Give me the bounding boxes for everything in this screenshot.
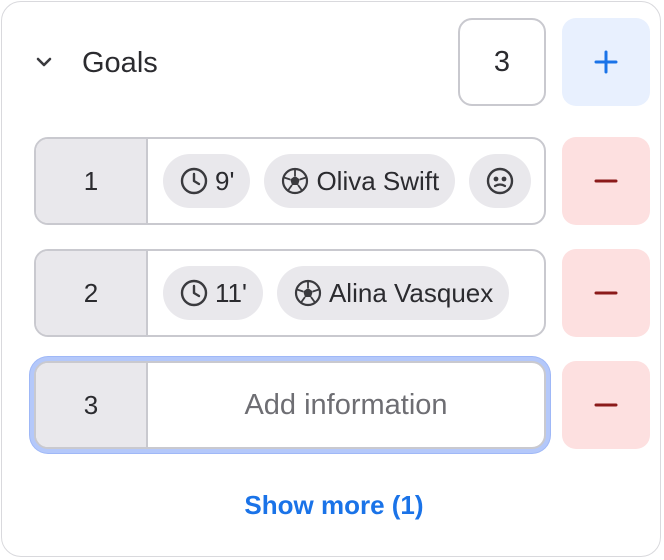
plus-icon	[594, 50, 618, 74]
soccer-ball-icon	[282, 167, 309, 195]
goal-row[interactable]: 1 9' Oliva Swift	[34, 137, 546, 225]
clock-icon	[180, 167, 208, 195]
show-more-link[interactable]: Show more (1)	[2, 490, 664, 521]
scorer-chip[interactable]: Oliva Swift	[264, 154, 456, 208]
goal-time: 11'	[215, 277, 247, 308]
chevron-down-icon[interactable]	[30, 48, 58, 76]
goal-scorer: Alina Vasquex	[328, 277, 494, 308]
goal-row[interactable]: 2 11' Alina Vasquex	[34, 249, 546, 337]
goal-count-field[interactable]: 3	[458, 18, 546, 106]
face-icon	[487, 167, 514, 195]
goal-row[interactable]: 3 Add information	[34, 361, 546, 449]
goal-scorer: Oliva Swift	[316, 165, 440, 196]
minus-icon	[594, 403, 618, 407]
goal-details: 11' Alina Vasquex	[148, 251, 544, 335]
assist-chip[interactable]	[469, 154, 532, 208]
remove-goal-button[interactable]	[562, 249, 650, 337]
goal-details: 9' Oliva Swift	[148, 139, 544, 223]
soccer-ball-icon	[294, 279, 322, 307]
goal-index: 1	[36, 139, 148, 223]
goal-index: 3	[36, 363, 148, 447]
add-information-input[interactable]: Add information	[148, 363, 544, 447]
clock-icon	[180, 279, 208, 307]
remove-goal-button[interactable]	[562, 361, 650, 449]
goal-time: 9'	[215, 165, 235, 196]
time-chip[interactable]: 9'	[163, 154, 251, 208]
remove-goal-button[interactable]	[562, 137, 650, 225]
add-goal-button[interactable]	[562, 18, 650, 106]
minus-icon	[594, 179, 618, 183]
scorer-chip[interactable]: Alina Vasquex	[276, 266, 510, 320]
goals-card: Goals 3 1 9' Oliva Swift 2 11' Alina Vas…	[1, 1, 661, 557]
time-chip[interactable]: 11'	[163, 266, 263, 320]
minus-icon	[594, 291, 618, 295]
goal-index: 2	[36, 251, 148, 335]
goals-header: Goals 3	[2, 2, 662, 122]
section-title: Goals	[82, 47, 158, 79]
